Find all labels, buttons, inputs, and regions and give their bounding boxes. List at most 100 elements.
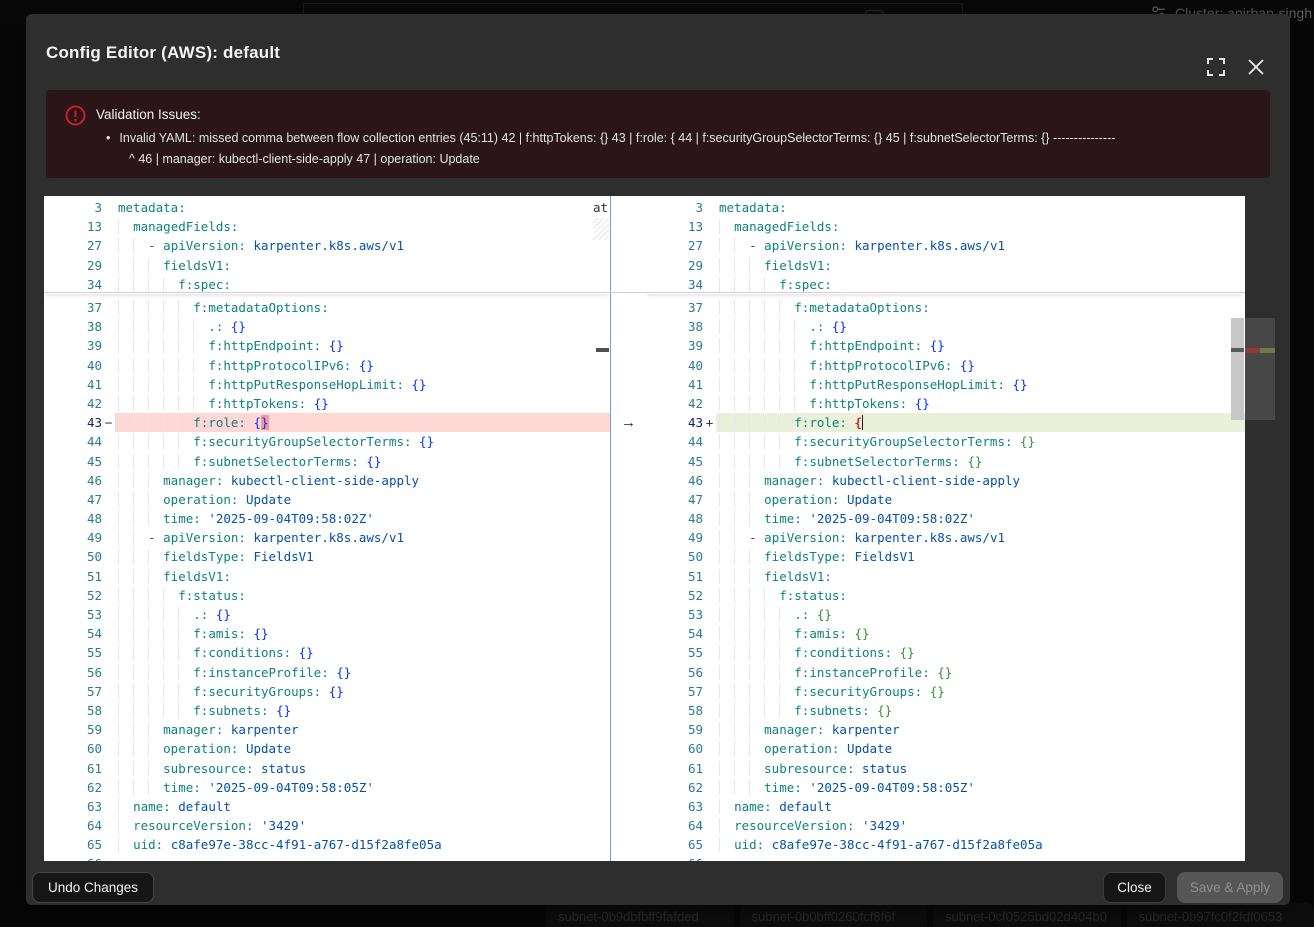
diff-sign (102, 663, 115, 682)
code-line[interactable]: 3metadata: (44, 198, 610, 217)
code-line[interactable]: 49 - apiVersion: karpenter.k8s.aws/v1 (44, 528, 610, 547)
diff-sign (703, 375, 716, 394)
screen: Search Press / to search Cluster: anirba… (0, 0, 1314, 927)
code-line[interactable]: 27 - apiVersion: karpenter.k8s.aws/v1 (44, 236, 610, 255)
diff-sign (703, 854, 716, 861)
code-line[interactable]: 46 manager: kubectl-client-side-apply (44, 471, 610, 490)
diff-sign (703, 490, 716, 509)
code-line[interactable]: 50 fieldsType: FieldsV1 (44, 547, 610, 566)
revert-change-arrow-button[interactable]: → (611, 413, 646, 432)
code-line[interactable]: 63 name: default (645, 797, 1245, 816)
code-line[interactable]: 65 uid: c8afe97e-38cc-4f91-a767-d15f2a8f… (44, 835, 610, 854)
code-line[interactable]: 56 f:instanceProfile: {} (645, 663, 1245, 682)
code-line[interactable]: 47 operation: Update (44, 490, 610, 509)
overview-added-mark (1260, 348, 1275, 353)
code-line[interactable]: 38 .: {} (44, 317, 610, 336)
close-icon[interactable] (1246, 57, 1266, 77)
yaml-diff-editor[interactable]: 3metadata:13 managedFields:27 - apiVersi… (44, 196, 1275, 861)
code-line[interactable]: 46 manager: kubectl-client-side-apply (645, 471, 1245, 490)
code-line[interactable]: 60 operation: Update (645, 739, 1245, 758)
diff-overview-ruler[interactable] (1245, 196, 1275, 861)
diff-pane-modified[interactable]: 3metadata:13 managedFields:27 - apiVersi… (645, 196, 1245, 861)
code-line[interactable]: 13 managedFields: (645, 217, 1245, 236)
diff-sign (102, 528, 115, 547)
code-line[interactable]: 45 f:subnetSelectorTerms: {} (44, 452, 610, 471)
code-line[interactable]: 39 f:httpEndpoint: {} (645, 336, 1245, 355)
code-line[interactable]: 58 f:subnets: {} (645, 701, 1245, 720)
code-line[interactable]: 62 time: '2025-09-04T09:58:05Z' (645, 778, 1245, 797)
code-line[interactable]: 44 f:securityGroupSelectorTerms: {} (44, 432, 610, 451)
diff-sash[interactable]: → (610, 196, 647, 861)
code-line[interactable]: 40 f:httpProtocolIPv6: {} (645, 356, 1245, 375)
code-line[interactable]: 43+ f:role: { (645, 413, 1245, 432)
line-number: 64 (645, 816, 703, 835)
code-line[interactable]: 57 f:securityGroups: {} (44, 682, 610, 701)
code-line[interactable]: 48 time: '2025-09-04T09:58:02Z' (645, 509, 1245, 528)
code-line[interactable]: 42 f:httpTokens: {} (645, 394, 1245, 413)
code-line[interactable]: 55 f:conditions: {} (645, 643, 1245, 662)
code-line[interactable]: 51 fieldsV1: (44, 567, 610, 586)
code-line[interactable]: 52 f:status: (44, 586, 610, 605)
code-line[interactable]: 59 manager: karpenter (44, 720, 610, 739)
code-line[interactable]: 51 fieldsV1: (645, 567, 1245, 586)
code-line[interactable]: 57 f:securityGroups: {} (645, 682, 1245, 701)
code-line[interactable]: 39 f:httpEndpoint: {} (44, 336, 610, 355)
code-line[interactable]: 29 fieldsV1: (44, 256, 610, 275)
code-line[interactable]: 13 managedFields: (44, 217, 610, 236)
line-number: 39 (44, 336, 102, 355)
code-line[interactable]: 53 .: {} (44, 605, 610, 624)
code-line[interactable]: 58 f:subnets: {} (44, 701, 610, 720)
code-line[interactable]: 47 operation: Update (645, 490, 1245, 509)
code-line[interactable]: 49 - apiVersion: karpenter.k8s.aws/v1 (645, 528, 1245, 547)
vertical-scrollbar[interactable] (1231, 318, 1244, 420)
code-line[interactable]: 50 fieldsType: FieldsV1 (645, 547, 1245, 566)
code-line[interactable]: 37 f:metadataOptions: (44, 298, 610, 317)
code-line[interactable]: 64 resourceVersion: '3429' (44, 816, 610, 835)
code-line[interactable]: 43− f:role: {} (44, 413, 610, 432)
line-number: 65 (44, 835, 102, 854)
diff-pane-original[interactable]: 3metadata:13 managedFields:27 - apiVersi… (44, 196, 610, 861)
code-line[interactable]: 63 name: default (44, 797, 610, 816)
line-number: 44 (44, 432, 102, 451)
save-apply-button[interactable]: Save & Apply (1177, 872, 1283, 903)
code-line[interactable]: 55 f:conditions: {} (44, 643, 610, 662)
code-line[interactable]: 29 fieldsV1: (645, 256, 1245, 275)
code-line[interactable]: 44 f:securityGroupSelectorTerms: {} (645, 432, 1245, 451)
diff-sign (703, 356, 716, 375)
code-line[interactable]: 54 f:amis: {} (645, 624, 1245, 643)
code-line[interactable]: 56 f:instanceProfile: {} (44, 663, 610, 682)
code-line[interactable]: 45 f:subnetSelectorTerms: {} (645, 452, 1245, 471)
diff-sign (102, 375, 115, 394)
fullscreen-icon[interactable] (1206, 57, 1226, 77)
code-line[interactable]: 60 operation: Update (44, 739, 610, 758)
code-line[interactable]: 3metadata: (645, 198, 1245, 217)
code-line[interactable]: 61 subresource: status (645, 759, 1245, 778)
sticky-scroll-right[interactable]: 3metadata:13 managedFields:27 - apiVersi… (645, 196, 1245, 294)
code-line[interactable]: 62 time: '2025-09-04T09:58:05Z' (44, 778, 610, 797)
undo-changes-button[interactable]: Undo Changes (32, 872, 154, 903)
line-number: 50 (645, 547, 703, 566)
code-line[interactable]: 54 f:amis: {} (44, 624, 610, 643)
diff-sign (102, 720, 115, 739)
code-line[interactable]: 53 .: {} (645, 605, 1245, 624)
code-line[interactable]: 27 - apiVersion: karpenter.k8s.aws/v1 (645, 236, 1245, 255)
sticky-scroll-left[interactable]: 3metadata:13 managedFields:27 - apiVersi… (44, 196, 610, 294)
code-line[interactable]: 40 f:httpProtocolIPv6: {} (44, 356, 610, 375)
code-line[interactable]: 52 f:status: (645, 586, 1245, 605)
code-line[interactable]: 64 resourceVersion: '3429' (645, 816, 1245, 835)
close-button[interactable]: Close (1103, 872, 1166, 903)
code-line[interactable]: 42 f:httpTokens: {} (44, 394, 610, 413)
code-line[interactable]: 59 manager: karpenter (645, 720, 1245, 739)
diff-sign (102, 682, 115, 701)
code-line[interactable]: 66spec: (645, 854, 1245, 861)
overview-viewport[interactable] (1245, 318, 1275, 420)
code-line[interactable]: 48 time: '2025-09-04T09:58:02Z' (44, 509, 610, 528)
code-line[interactable]: 37 f:metadataOptions: (645, 298, 1245, 317)
code-line[interactable]: 41 f:httpPutResponseHopLimit: {} (645, 375, 1245, 394)
code-line[interactable]: 38 .: {} (645, 317, 1245, 336)
code-line[interactable]: 61 subresource: status (44, 759, 610, 778)
code-line[interactable]: 41 f:httpPutResponseHopLimit: {} (44, 375, 610, 394)
code-line[interactable]: 65 uid: c8afe97e-38cc-4f91-a767-d15f2a8f… (645, 835, 1245, 854)
line-number: 13 (645, 217, 703, 236)
code-line[interactable]: 66spec: (44, 854, 610, 861)
